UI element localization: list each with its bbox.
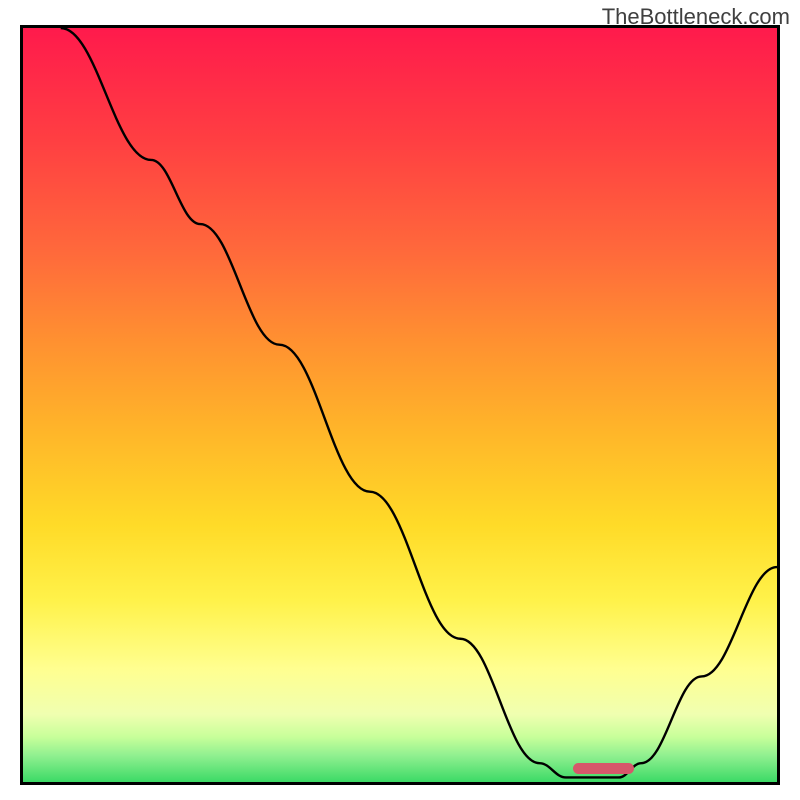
optimal-marker (573, 763, 633, 774)
curve-svg (23, 28, 777, 782)
chart-frame (20, 25, 780, 785)
bottleneck-curve (61, 28, 777, 777)
bottleneck-chart: TheBottleneck.com (0, 0, 800, 800)
